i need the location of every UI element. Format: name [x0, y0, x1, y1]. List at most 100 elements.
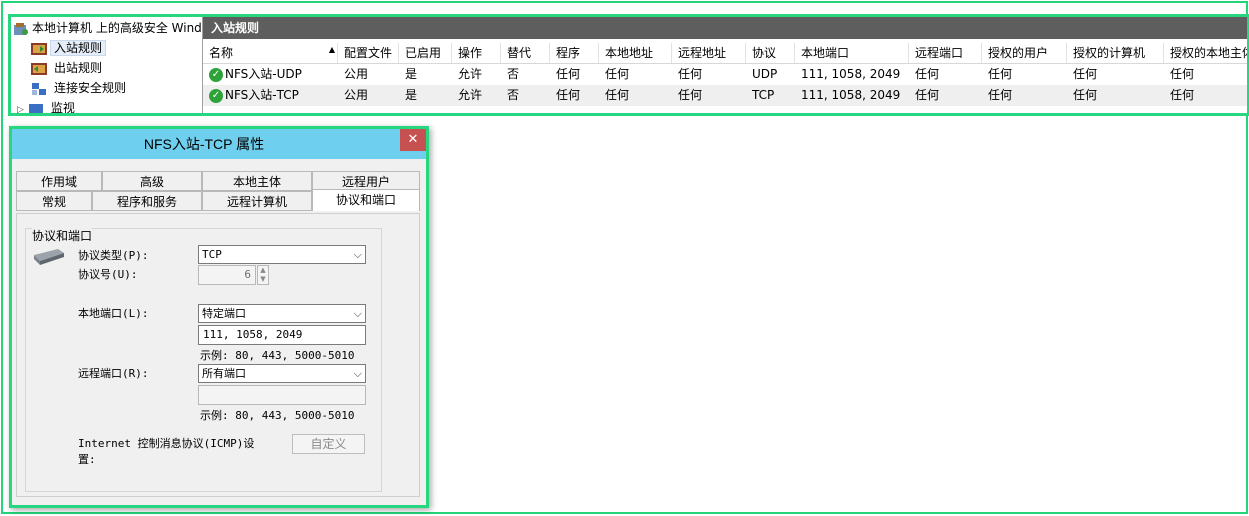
rules-pane: 入站规则 名称 ▲ 配置文件 已启用 操作 替代 程序 本地地址 远程地址 协议 …	[203, 17, 1247, 113]
table-cell: 是	[405, 67, 418, 81]
table-cell: 任何	[915, 67, 940, 81]
rule-properties-dialog: NFS入站-TCP 属性 ✕ 作用域 高级 本地主体 远程用户 常规 程序和服务…	[9, 126, 429, 508]
table-cell: 任何	[988, 88, 1013, 102]
dialog-titlebar[interactable]: NFS入站-TCP 属性 ✕	[12, 129, 426, 159]
tab-protocols-ports[interactable]: 协议和端口	[312, 189, 420, 211]
tree-item-monitoring[interactable]: ▷ 监视	[17, 98, 75, 113]
table-cell: 任何	[678, 88, 703, 102]
table-cell: 允许	[458, 67, 483, 81]
table-cell: 公用	[344, 88, 369, 102]
rules-pane-title: 入站规则	[203, 17, 1247, 39]
navigation-tree: 本地计算机 上的高级安全 Windows 入站规则 出站规则 连接安全规则 ▷ 监…	[11, 17, 203, 113]
tree-item-inbound-rules[interactable]: 入站规则	[31, 38, 107, 58]
network-adapter-icon	[34, 249, 64, 265]
protocol-number-stepper[interactable]: ▲ ▼	[257, 265, 269, 285]
remote-port-example: 示例: 80, 443, 5000-5010	[200, 409, 355, 422]
table-cell: 任何	[605, 67, 630, 81]
table-cell: 任何	[1170, 88, 1195, 102]
protocols-ports-group: 协议和端口 协议类型(P): TCP ⌵ 协议号(U): 6 ▲ ▼ 本地端口(L…	[25, 227, 382, 492]
local-port-select[interactable]: 特定端口 ⌵	[198, 304, 366, 323]
monitoring-icon	[28, 103, 43, 113]
inbound-rules-icon	[31, 42, 47, 55]
column-header-program[interactable]: 程序	[550, 43, 599, 63]
group-label: 协议和端口	[32, 227, 93, 244]
column-header-override[interactable]: 替代	[501, 43, 550, 63]
tab-scope[interactable]: 作用域	[16, 171, 102, 191]
table-cell: 任何	[605, 88, 630, 102]
tree-item-outbound-rules[interactable]: 出站规则	[31, 58, 102, 78]
column-header-local-port[interactable]: 本地端口	[795, 43, 909, 63]
enabled-check-icon: ✓	[209, 67, 223, 82]
tab-advanced[interactable]: 高级	[102, 171, 202, 191]
close-icon[interactable]: ✕	[400, 129, 426, 151]
rule-name-cell: ✓ NFS入站-UDP	[203, 64, 338, 84]
column-header-profile[interactable]: 配置文件	[338, 43, 399, 63]
tab-content-protocols-ports: 协议和端口 协议类型(P): TCP ⌵ 协议号(U): 6 ▲ ▼ 本地端口(L…	[16, 213, 420, 497]
chevron-down-icon: ⌵	[353, 307, 362, 320]
remote-port-select[interactable]: 所有端口 ⌵	[198, 364, 366, 383]
table-row[interactable]: ✓ NFS入站-UDP 公用 是 允许 否 任何 任何 任何 UDP 111, 1…	[203, 64, 1247, 85]
expand-arrow-icon[interactable]: ▷	[17, 105, 24, 113]
column-header-authorized-local-principals[interactable]: 授权的本地主体	[1164, 43, 1247, 63]
outbound-rules-icon	[31, 62, 47, 75]
enabled-check-icon: ✓	[209, 88, 223, 103]
chevron-down-icon: ⌵	[353, 367, 362, 380]
local-port-example: 示例: 80, 443, 5000-5010	[200, 349, 355, 362]
table-cell: 公用	[344, 67, 369, 81]
column-header-remote-address[interactable]: 远程地址	[672, 43, 746, 63]
local-port-label: 本地端口(L):	[78, 307, 149, 320]
sort-ascending-icon: ▲	[328, 45, 335, 54]
table-row[interactable]: ✓ NFS入站-TCP 公用 是 允许 否 任何 任何 任何 TCP 111, 1…	[203, 85, 1247, 106]
table-cell: 否	[507, 88, 520, 102]
column-header-authorized-computers[interactable]: 授权的计算机	[1067, 43, 1164, 63]
tree-item-label: 连接安全规则	[54, 81, 127, 95]
tab-general[interactable]: 常规	[16, 191, 92, 211]
protocol-type-label: 协议类型(P):	[78, 249, 149, 262]
protocol-type-select[interactable]: TCP ⌵	[198, 245, 366, 264]
column-header-action[interactable]: 操作	[452, 43, 501, 63]
customize-button[interactable]: 自定义	[292, 434, 365, 454]
tree-item-label: 监视	[50, 101, 75, 113]
tree-root-label: 本地计算机 上的高级安全 Windows	[32, 21, 202, 35]
rules-column-header: 名称 ▲ 配置文件 已启用 操作 替代 程序 本地地址 远程地址 协议 本地端口 …	[203, 43, 1247, 64]
table-cell: 111, 1058, 2049	[801, 88, 901, 102]
tab-remote-users[interactable]: 远程用户	[312, 171, 420, 191]
column-header-local-address[interactable]: 本地地址	[599, 43, 672, 63]
table-cell: TCP	[752, 88, 775, 102]
tree-item-label: 入站规则	[50, 40, 107, 56]
table-cell: 任何	[1073, 88, 1098, 102]
column-header-enabled[interactable]: 已启用	[399, 43, 452, 63]
table-cell: 任何	[556, 67, 581, 81]
tab-local-principals[interactable]: 本地主体	[202, 171, 312, 191]
connection-security-icon	[32, 82, 46, 95]
column-header-protocol[interactable]: 协议	[746, 43, 795, 63]
table-cell: 允许	[458, 88, 483, 102]
tree-root[interactable]: 本地计算机 上的高级安全 Windows	[13, 18, 202, 38]
table-cell: 任何	[1170, 67, 1195, 81]
table-cell: 任何	[915, 88, 940, 102]
table-cell: 是	[405, 88, 418, 102]
remote-port-field[interactable]	[198, 385, 366, 405]
table-cell: 否	[507, 67, 520, 81]
icmp-settings-label: Internet 控制消息协议(ICMP)设 置:	[78, 437, 255, 466]
table-cell: 任何	[678, 67, 703, 81]
rule-name-cell: ✓ NFS入站-TCP	[203, 85, 338, 105]
column-header-name[interactable]: 名称 ▲	[203, 43, 338, 63]
firewall-shield-icon	[14, 22, 28, 35]
tab-remote-computers[interactable]: 远程计算机	[202, 191, 312, 211]
local-port-field[interactable]: 111, 1058, 2049	[198, 325, 366, 345]
table-cell: 任何	[556, 88, 581, 102]
remote-port-label: 远程端口(R):	[78, 367, 149, 380]
protocol-number-field[interactable]: 6	[198, 265, 256, 285]
chevron-down-icon: ⌵	[353, 248, 362, 261]
firewall-console: 本地计算机 上的高级安全 Windows 入站规则 出站规则 连接安全规则 ▷ 监…	[8, 14, 1249, 116]
tree-item-connection-security[interactable]: 连接安全规则	[31, 78, 126, 98]
column-header-authorized-users[interactable]: 授权的用户	[982, 43, 1067, 63]
table-cell: UDP	[752, 67, 778, 81]
protocol-number-label: 协议号(U):	[78, 268, 138, 281]
tab-programs-services[interactable]: 程序和服务	[92, 191, 202, 211]
dialog-title: NFS入站-TCP 属性	[143, 136, 265, 152]
column-header-remote-port[interactable]: 远程端口	[909, 43, 982, 63]
table-cell: 任何	[1073, 67, 1098, 81]
table-cell: 任何	[988, 67, 1013, 81]
